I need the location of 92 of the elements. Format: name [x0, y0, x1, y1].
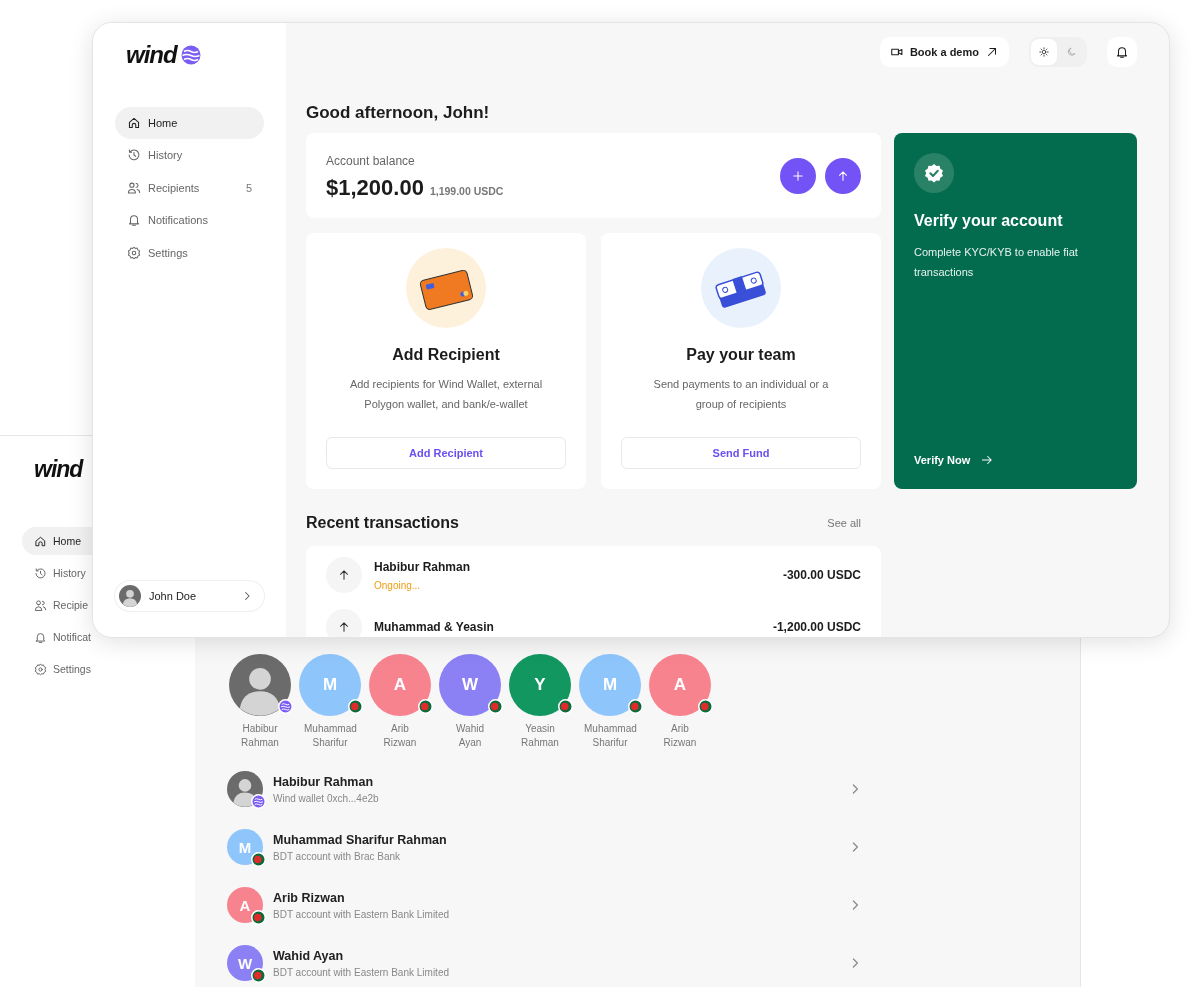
- home-icon: [127, 115, 141, 130]
- flag-icon: [628, 699, 643, 714]
- nav-item[interactable]: Notificat: [22, 623, 92, 651]
- greeting: Good afternoon, John!: [306, 103, 491, 123]
- avatar-silhouette-icon: [227, 771, 263, 807]
- account-detail: Wind wallet 0xch...4e2b: [273, 792, 380, 804]
- recipient-name: Muhammad Sharifur: [584, 722, 636, 750]
- avatar: W: [227, 945, 263, 981]
- account-detail: BDT account with Brac Bank: [273, 850, 402, 862]
- nav-item[interactable]: Settings: [115, 237, 264, 269]
- history-icon: [127, 148, 141, 163]
- avatar[interactable]: Y: [509, 654, 571, 716]
- bell-icon: [127, 213, 141, 228]
- arrow-up-right-icon: [985, 45, 999, 59]
- striped-globe-icon: [180, 45, 201, 65]
- striped-globe-icon: [251, 794, 266, 809]
- home-icon: [34, 534, 47, 548]
- see-all-link[interactable]: See all: [827, 517, 861, 529]
- recipient-name: Muhammad Sharifur Rahman: [273, 832, 448, 847]
- notifications-button[interactable]: [1107, 37, 1137, 67]
- send-button[interactable]: [825, 157, 861, 194]
- history-icon: [34, 566, 47, 580]
- user-menu-button[interactable]: John Doe: [115, 581, 264, 611]
- settings-icon: [34, 662, 47, 676]
- recipient-name: Arib Rizwan: [662, 722, 698, 750]
- balance-amount: $1,200.00: [326, 174, 424, 201]
- logo-text: wind: [126, 41, 177, 69]
- verify-title: Verify your account: [914, 212, 1064, 230]
- transaction-amount: -300.00 USDC: [782, 568, 861, 582]
- verify-now-link[interactable]: Verify Now: [914, 453, 995, 467]
- flag-icon: [418, 699, 433, 714]
- recipient-name: Wahid Ayan: [455, 722, 485, 750]
- transaction-amount: -1,200.00 USDC: [772, 620, 861, 634]
- striped-globe-icon: [278, 699, 293, 714]
- verify-description: Complete KYC/KYB to enable fiat transactions: [914, 245, 1079, 280]
- nav-item[interactable]: Home: [22, 527, 92, 555]
- flag-icon: [488, 699, 503, 714]
- nav-item[interactable]: Notifications: [115, 204, 264, 236]
- recipient-name: Habibur Rahman: [240, 722, 280, 750]
- recipient-name: Wahid Ayan: [273, 948, 345, 963]
- flag-icon: [251, 910, 266, 925]
- avatar: A: [227, 887, 263, 923]
- light-mode-button[interactable]: [1031, 39, 1057, 65]
- avatar[interactable]: W: [439, 654, 501, 716]
- count: 5: [245, 181, 252, 194]
- avatar-silhouette-icon: [119, 585, 141, 607]
- arrow-right-icon: [980, 453, 995, 467]
- verified-badge-icon: [914, 153, 954, 193]
- people-icon: [34, 598, 47, 612]
- settings-icon: [127, 245, 141, 260]
- action-description: Add recipients for Wind Wallet, external Polygon wallet, and bank/e-wallet: [348, 377, 544, 412]
- flag-icon: [251, 852, 266, 867]
- flag-icon: [251, 968, 266, 983]
- flag-icon: [698, 699, 713, 714]
- moon-icon: [1066, 46, 1078, 58]
- add-funds-button[interactable]: [780, 157, 816, 194]
- payee-name: Habibur Rahman: [374, 559, 471, 574]
- account-detail: BDT account with Eastern Bank Limited: [273, 908, 450, 920]
- flag-icon: [348, 699, 363, 714]
- bell-icon: [1115, 45, 1129, 59]
- usdc-balance: 1,199.00 USDC: [429, 184, 504, 197]
- recipient-name: Arib Rizwan: [382, 722, 418, 750]
- flag-icon: [558, 699, 573, 714]
- nav-item[interactable]: Recipients 5: [115, 172, 264, 204]
- payee-name: Muhammad & Yeasin: [374, 620, 495, 634]
- nav-item[interactable]: Settings: [22, 655, 92, 683]
- recipient-name: Arib Rizwan: [273, 890, 346, 905]
- action-button[interactable]: Send Fund: [621, 437, 861, 469]
- nav-item[interactable]: Recipie: [22, 591, 92, 619]
- people-icon: [127, 180, 141, 195]
- account-detail: BDT account with Eastern Bank Limited: [273, 966, 450, 978]
- avatar: M: [227, 829, 263, 865]
- plus-icon: [791, 168, 805, 183]
- action-title: Pay your team: [686, 346, 796, 364]
- action-description: Send payments to an individual or a group of recipients: [652, 377, 830, 412]
- action-title: Add Recipient: [392, 346, 500, 364]
- recipient-name: Yeasin Rahman: [520, 722, 560, 750]
- book-demo-button[interactable]: Book a demo: [879, 37, 1009, 67]
- arrow-up-icon: [836, 168, 850, 183]
- section-title: Recent transactions: [306, 514, 459, 532]
- bell-icon: [34, 630, 47, 644]
- nav-item[interactable]: History: [115, 139, 264, 171]
- avatar-silhouette-icon: [229, 654, 291, 716]
- nav-item[interactable]: History: [22, 559, 92, 587]
- recipient-name: Muhammad Sharifur: [304, 722, 356, 750]
- action-button[interactable]: Add Recipient: [326, 437, 566, 469]
- logo-text: wind: [34, 456, 85, 483]
- nav-item[interactable]: Home: [115, 107, 264, 139]
- sun-icon: [1038, 46, 1050, 58]
- recipient-name: Habibur Rahman: [273, 774, 374, 789]
- balance-label: Account balance: [326, 153, 416, 168]
- transaction-status: Ongoing...: [374, 579, 422, 591]
